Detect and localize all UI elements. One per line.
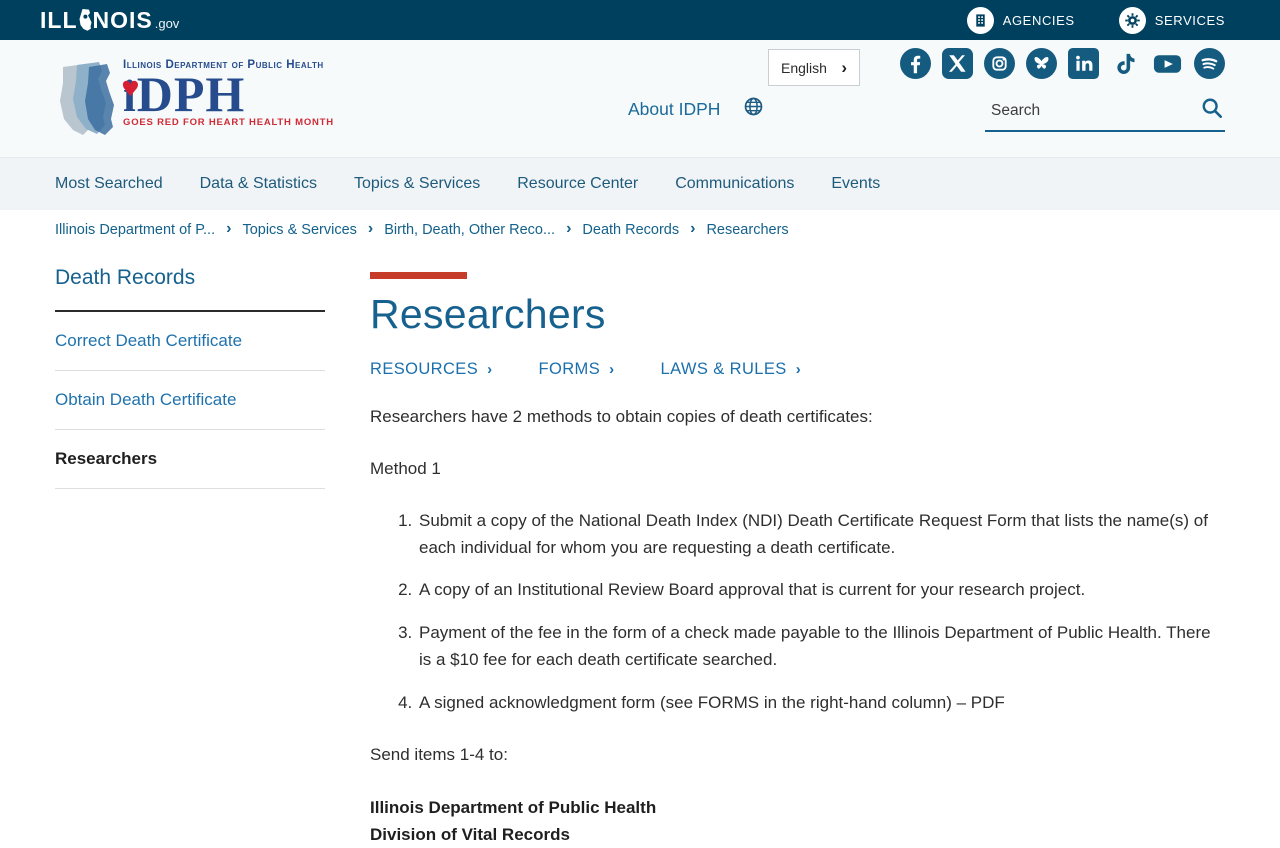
forms-link[interactable]: FORMS › [539, 360, 615, 379]
linkedin-icon[interactable] [1068, 48, 1099, 79]
section-links: RESOURCES › FORMS › LAWS & RULES › [370, 360, 1215, 379]
tiktok-icon[interactable] [1110, 48, 1141, 79]
bluesky-icon[interactable] [1026, 48, 1057, 79]
sidebar-item-correct-death-certificate[interactable]: Correct Death Certificate [55, 312, 325, 371]
language-value: English [781, 59, 827, 76]
breadcrumb-home[interactable]: Illinois Department of P... [55, 222, 215, 238]
send-to-label: Send items 1-4 to: [370, 744, 508, 764]
agencies-label: AGENCIES [1002, 12, 1075, 28]
breadcrumb-topics-services[interactable]: Topics & Services [242, 222, 356, 238]
spotify-icon[interactable] [1194, 48, 1225, 79]
title-accent-bar [370, 272, 467, 279]
gears-icon [1118, 6, 1146, 34]
main-content: Researchers RESOURCES › FORMS › LAWS & R… [370, 265, 1215, 848]
topbar-links: AGENCIES SERVICES [966, 6, 1225, 34]
list-item: A signed acknowledgment form (see FORMS … [417, 690, 1215, 717]
method-label: Method 1 [370, 458, 441, 478]
agencies-link[interactable]: AGENCIES [966, 6, 1075, 34]
list-item: Submit a copy of the National Death Inde… [417, 508, 1215, 562]
sidebar-item-researchers[interactable]: Researchers [55, 430, 325, 489]
nav-resource-center[interactable]: Resource Center [517, 175, 638, 193]
idph-acronym-i: i ♥ [121, 70, 141, 121]
about-idph-link[interactable]: About IDPH [628, 99, 720, 120]
idph-logo[interactable]: Illinois Department of Public Health i ♥ D… [55, 59, 334, 144]
chevron-right-icon: › [795, 361, 802, 378]
method-steps-list: Submit a copy of the National Death Inde… [370, 508, 1215, 717]
list-item: A copy of an Institutional Review Board … [417, 577, 1215, 604]
services-label: SERVICES [1154, 12, 1225, 28]
illinois-state-layers-icon [55, 59, 117, 144]
idph-acronym-rest: DPH [136, 66, 246, 122]
nav-communications[interactable]: Communications [675, 175, 794, 193]
page: ILL NOIS .gov AGENCIES SERVICES Illinois… [0, 0, 1280, 844]
site-header: Illinois Department of Public Health i ♥ D… [0, 40, 1280, 157]
mailing-address: Illinois Department of Public Health Div… [370, 794, 1215, 848]
breadcrumb-birth-death-records[interactable]: Birth, Death, Other Reco... [384, 222, 555, 238]
list-item: Payment of the fee in the form of a chec… [417, 620, 1215, 674]
nav-topics-services[interactable]: Topics & Services [354, 175, 480, 193]
illinois-logo-tld: .gov [154, 16, 180, 31]
chevron-right-icon: › [226, 220, 232, 237]
idph-acronym: i ♥ DPH [121, 69, 334, 119]
building-icon [966, 6, 994, 34]
youtube-icon[interactable] [1152, 48, 1183, 79]
facebook-icon[interactable] [900, 48, 931, 79]
sidebar-item-obtain-death-certificate[interactable]: Obtain Death Certificate [55, 371, 325, 430]
services-link[interactable]: SERVICES [1118, 6, 1225, 34]
globe-icon [744, 97, 763, 121]
idph-tagline: GOES RED FOR HEART HEALTH MONTH [123, 117, 334, 129]
chevron-right-icon: › [487, 361, 493, 378]
language-selector[interactable]: English › [768, 49, 860, 86]
nav-data-statistics[interactable]: Data & Statistics [200, 175, 317, 193]
illinois-logo-text-pre: ILL [40, 7, 78, 33]
chevron-right-icon: › [690, 220, 696, 237]
breadcrumb-researchers[interactable]: Researchers [706, 222, 788, 238]
laws-rules-link[interactable]: LAWS & RULES › [661, 360, 802, 379]
chevron-right-icon: › [841, 57, 847, 77]
heart-icon: ♥ [121, 77, 141, 101]
chevron-right-icon: › [566, 220, 572, 237]
idph-logo-text: Illinois Department of Public Health i ♥ D… [121, 59, 334, 144]
state-topbar: ILL NOIS .gov AGENCIES SERVICES [0, 0, 1280, 40]
breadcrumb-death-records[interactable]: Death Records [582, 222, 679, 238]
resources-link[interactable]: RESOURCES › [370, 360, 493, 379]
sidebar-title-death-records[interactable]: Death Records [55, 266, 325, 312]
main-navigation: Most Searched Data & Statistics Topics &… [0, 157, 1280, 210]
nav-events[interactable]: Events [831, 175, 880, 193]
chevron-right-icon: › [367, 220, 374, 237]
intro-paragraph: Researchers have 2 methods to obtain cop… [370, 407, 873, 426]
address-line-2: Division of Vital Records [370, 824, 570, 844]
search-input[interactable] [985, 102, 1197, 120]
breadcrumb: Illinois Department of P... › Topics & S… [0, 210, 1280, 250]
section-sidebar: Death Records Correct Death Certificate … [55, 266, 325, 489]
search-icon [1201, 98, 1223, 122]
nav-most-searched[interactable]: Most Searched [55, 175, 163, 193]
x-twitter-icon[interactable] [942, 48, 973, 79]
illinois-gov-logo[interactable]: ILL NOIS .gov [40, 6, 179, 34]
instagram-icon[interactable] [984, 48, 1015, 79]
address-line-1: Illinois Department of Public Health [370, 797, 657, 817]
search-button[interactable] [1197, 97, 1227, 126]
search-box [985, 92, 1225, 132]
social-links [900, 48, 1225, 79]
illinois-logo-text-post: NOIS [92, 7, 153, 33]
illinois-state-icon [79, 9, 92, 36]
page-title: Researchers [370, 291, 606, 337]
chevron-right-icon: › [609, 361, 615, 378]
